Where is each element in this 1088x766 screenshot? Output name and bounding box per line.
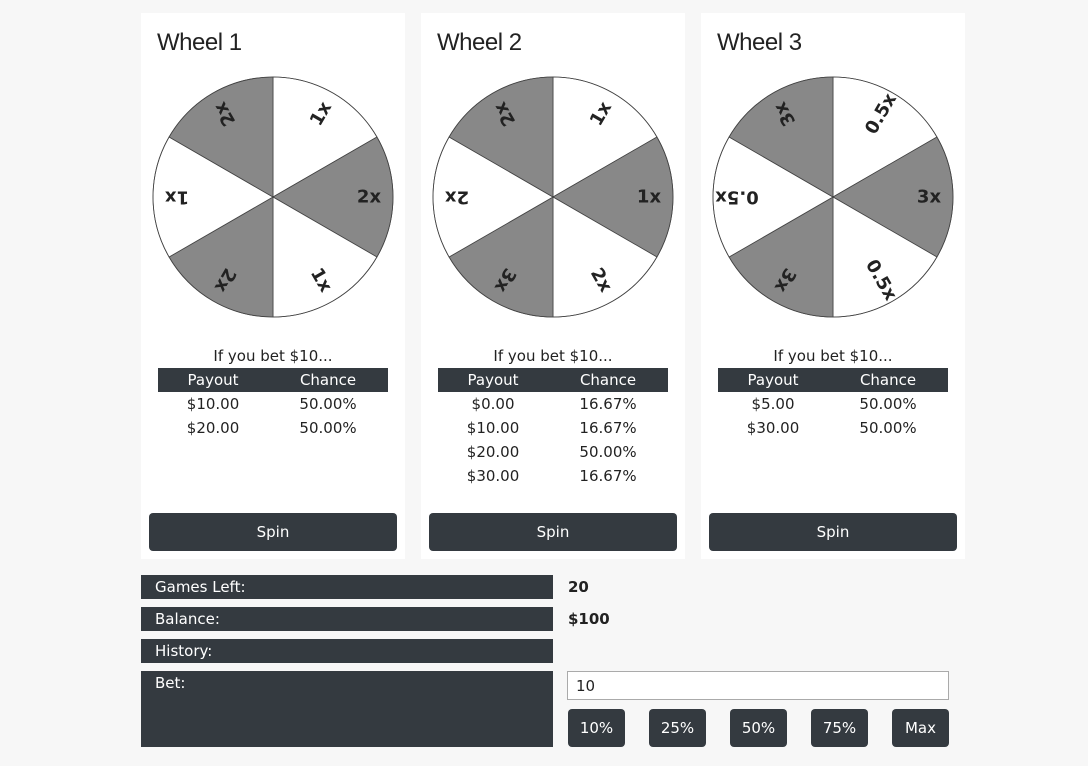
bet-10-percent-button[interactable]: 10%	[568, 709, 625, 747]
payout-cell: $20.00	[466, 443, 520, 461]
bet-50-percent-button[interactable]: 50%	[730, 709, 787, 747]
wheel-segment-label: 3x	[917, 187, 942, 208]
spin-button-wheel-3[interactable]: Spin	[709, 513, 957, 551]
wheel-3: 0.5x3x0.5x3x0.5x3x	[712, 76, 954, 318]
payout-table: Payout Chance $5.00 50.00% $30.00 50.00%	[718, 368, 948, 440]
chance-cell: 16.67%	[579, 395, 637, 413]
table-row: $30.00 50.00%	[718, 416, 948, 440]
bet-intro: If you bet $10...	[493, 347, 613, 365]
spin-button-wheel-2[interactable]: Spin	[429, 513, 677, 551]
bet-intro: If you bet $10...	[213, 347, 333, 365]
wheel-2: 1x1x2x3x2x2x	[432, 76, 674, 318]
bet-25-percent-button[interactable]: 25%	[649, 709, 706, 747]
wheels-container: Wheel 1 1x 2x 1x 2x 1x 2x If you bet $10... P…	[141, 13, 965, 559]
table-row: $20.00 50.00%	[438, 440, 668, 464]
games-left-value: 20	[568, 578, 589, 596]
wheel-segment-label: 2x	[445, 187, 470, 208]
payout-cell: $10.00	[186, 395, 240, 413]
payout-header: Payout	[718, 368, 829, 392]
chance-cell: 16.67%	[579, 467, 637, 485]
table-row: $30.00 16.67%	[438, 464, 668, 488]
payout-cell: $5.00	[751, 395, 795, 413]
chance-header: Chance	[828, 368, 948, 392]
payout-cell: $20.00	[186, 419, 240, 437]
chance-cell: 50.00%	[859, 395, 917, 413]
table-row: $10.00 50.00%	[158, 392, 388, 416]
bet-amount-input[interactable]	[567, 671, 949, 700]
games-left-label: Games Left:	[141, 575, 553, 599]
wheel-segment-label: 0.5x	[715, 187, 759, 208]
payout-cell: $10.00	[466, 419, 520, 437]
bet-label-text: Bet:	[155, 674, 186, 692]
wheel-title: Wheel 1	[157, 29, 242, 56]
bet-75-percent-button[interactable]: 75%	[811, 709, 868, 747]
payout-cell: $30.00	[466, 467, 520, 485]
payout-cell: $0.00	[471, 395, 515, 413]
table-row: $5.00 50.00%	[718, 392, 948, 416]
chance-cell: 50.00%	[579, 443, 637, 461]
chance-header: Chance	[268, 368, 388, 392]
chance-cell: 50.00%	[859, 419, 917, 437]
wheel-segment-label: 2x	[357, 187, 382, 208]
wheel-1: 1x2x1x2x1x2x	[152, 76, 394, 318]
bet-label: Bet:	[141, 671, 553, 747]
table-row: $10.00 16.67%	[438, 416, 668, 440]
table-row: $20.00 50.00%	[158, 416, 388, 440]
balance-label: Balance:	[141, 607, 553, 631]
wheel-card-1: Wheel 1 1x 2x 1x 2x 1x 2x If you bet $10... P…	[141, 13, 405, 559]
history-label: History:	[141, 639, 553, 663]
payout-table: Payout Chance $10.00 50.00% $20.00 50.00%	[158, 368, 388, 440]
chance-cell: 50.00%	[299, 419, 357, 437]
wheel-card-3: Wheel 3 0.5x 3x 0.5x 3x 0.5x 3x If you bet $1…	[701, 13, 965, 559]
wheel-title: Wheel 2	[437, 29, 522, 56]
balance-value: $100	[568, 610, 610, 628]
chance-cell: 50.00%	[299, 395, 357, 413]
bet-intro: If you bet $10...	[773, 347, 893, 365]
payout-table: Payout Chance $0.00 16.67% $10.00 16.67% $20…	[438, 368, 668, 488]
payout-header: Payout	[438, 368, 549, 392]
chance-cell: 16.67%	[579, 419, 637, 437]
table-row: $0.00 16.67%	[438, 392, 668, 416]
wheel-title: Wheel 3	[717, 29, 802, 56]
wheel-card-2: Wheel 2 1x 1x 2x 3x 2x 2x If you bet $10... P…	[421, 13, 685, 559]
payout-header: Payout	[158, 368, 269, 392]
payout-cell: $30.00	[746, 419, 800, 437]
wheel-segment-label: 1x	[637, 187, 662, 208]
bet-max-button[interactable]: Max	[892, 709, 949, 747]
spin-button-wheel-1[interactable]: Spin	[149, 513, 397, 551]
chance-header: Chance	[548, 368, 668, 392]
wheel-segment-label: 1x	[165, 187, 190, 208]
